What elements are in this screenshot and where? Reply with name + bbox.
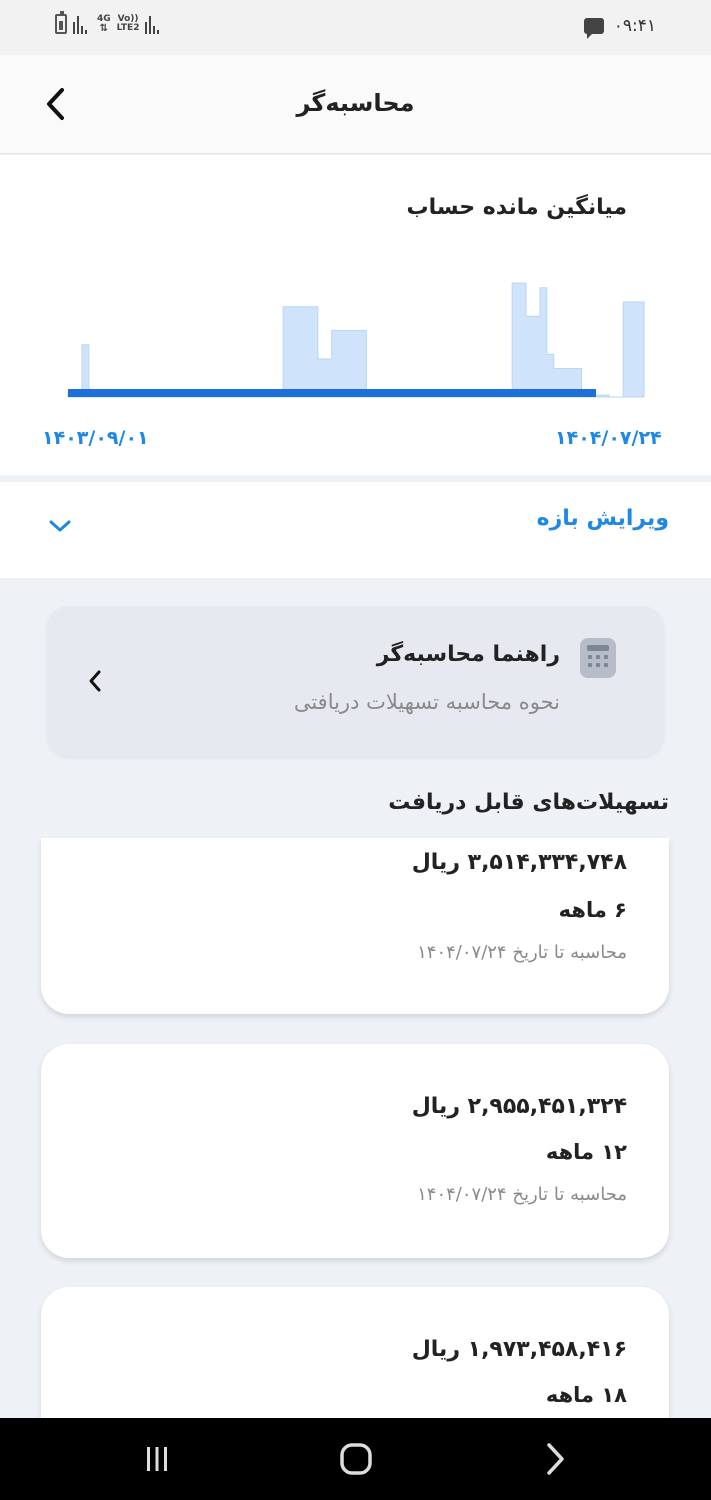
loan-calc-note: محاسبه تا تاریخ ۱۴۰۴/۰۷/۲۴ xyxy=(417,1184,627,1205)
network-type: 4G ⇅ xyxy=(97,14,111,34)
signal-icon-2 xyxy=(145,14,160,34)
signal-icon xyxy=(73,14,87,34)
chevron-left-icon xyxy=(89,670,101,692)
average-line xyxy=(68,389,596,397)
edit-range-toggle[interactable]: ویرایش بازه xyxy=(0,482,711,578)
loan-calc-note: محاسبه تا تاریخ ۱۴۰۴/۰۷/۲۴ xyxy=(417,942,627,963)
home-icon xyxy=(340,1443,372,1475)
home-button[interactable] xyxy=(338,1442,374,1476)
status-icons-right: ۰۹:۴۱ xyxy=(583,16,656,39)
calculator-guide-card[interactable]: راهنما محاسبه‌گر نحوه محاسبه تسهیلات دری… xyxy=(47,606,664,756)
page-title: محاسبه‌گر xyxy=(296,89,415,117)
loan-term: ۱۲ ماهه xyxy=(545,1140,627,1164)
balance-chart-card: میانگین مانده حساب ۱۴۰۳/۰۹/۰۱ ۱۴۰۴/۰۷/۲۴ xyxy=(0,155,711,475)
chevron-down-icon xyxy=(49,520,71,532)
status-icons-left: 4G ⇅ Vo)) LTE2 xyxy=(55,11,160,34)
status-time: ۰۹:۴۱ xyxy=(613,16,656,36)
recent-apps-icon xyxy=(147,1447,167,1471)
guide-subtitle: نحوه محاسبه تسهیلات دریافتی xyxy=(293,690,560,714)
loan-term: ۶ ماهه xyxy=(558,898,627,922)
recent-apps-button[interactable] xyxy=(140,1442,174,1476)
balance-area xyxy=(67,282,645,398)
system-back-button[interactable] xyxy=(540,1442,570,1476)
loan-amount: ۳,۵۱۴,۳۳۴,۷۴۸ ریال xyxy=(411,850,627,875)
calculator-icon xyxy=(580,638,616,678)
loan-card[interactable]: ۳,۵۱۴,۳۳۴,۷۴۸ ریال ۶ ماهه محاسبه تا تاری… xyxy=(41,838,669,1014)
message-icon xyxy=(583,18,604,39)
app-header: محاسبه‌گر xyxy=(0,55,711,154)
loan-amount: ۱,۹۷۳,۴۵۸,۴۱۶ ریال xyxy=(411,1337,627,1362)
volte-label-group: Vo)) LTE2 xyxy=(117,15,140,33)
loan-card[interactable]: ۲,۹۵۵,۴۵۱,۳۲۴ ریال ۱۲ ماهه محاسبه تا تار… xyxy=(41,1044,669,1258)
loan-term: ۱۸ ماهه xyxy=(545,1383,627,1407)
loan-amount: ۲,۹۵۵,۴۵۱,۳۲۴ ریال xyxy=(411,1094,627,1119)
battery-icon xyxy=(55,11,67,34)
lte2-label: LTE2 xyxy=(116,23,140,33)
loans-section-title: تسهیلات‌های قابل دریافت xyxy=(388,790,669,815)
status-bar: 4G ⇅ Vo)) LTE2 ۰۹:۴۱ xyxy=(0,0,711,55)
edit-range-label: ویرایش بازه xyxy=(536,506,669,531)
chart-start-date: ۱۴۰۳/۰۹/۰۱ xyxy=(42,427,149,449)
chart-end-date: ۱۴۰۴/۰۷/۲۴ xyxy=(555,427,662,449)
back-icon xyxy=(547,1443,564,1475)
system-nav-bar xyxy=(0,1418,711,1500)
guide-title: راهنما محاسبه‌گر xyxy=(376,642,560,667)
